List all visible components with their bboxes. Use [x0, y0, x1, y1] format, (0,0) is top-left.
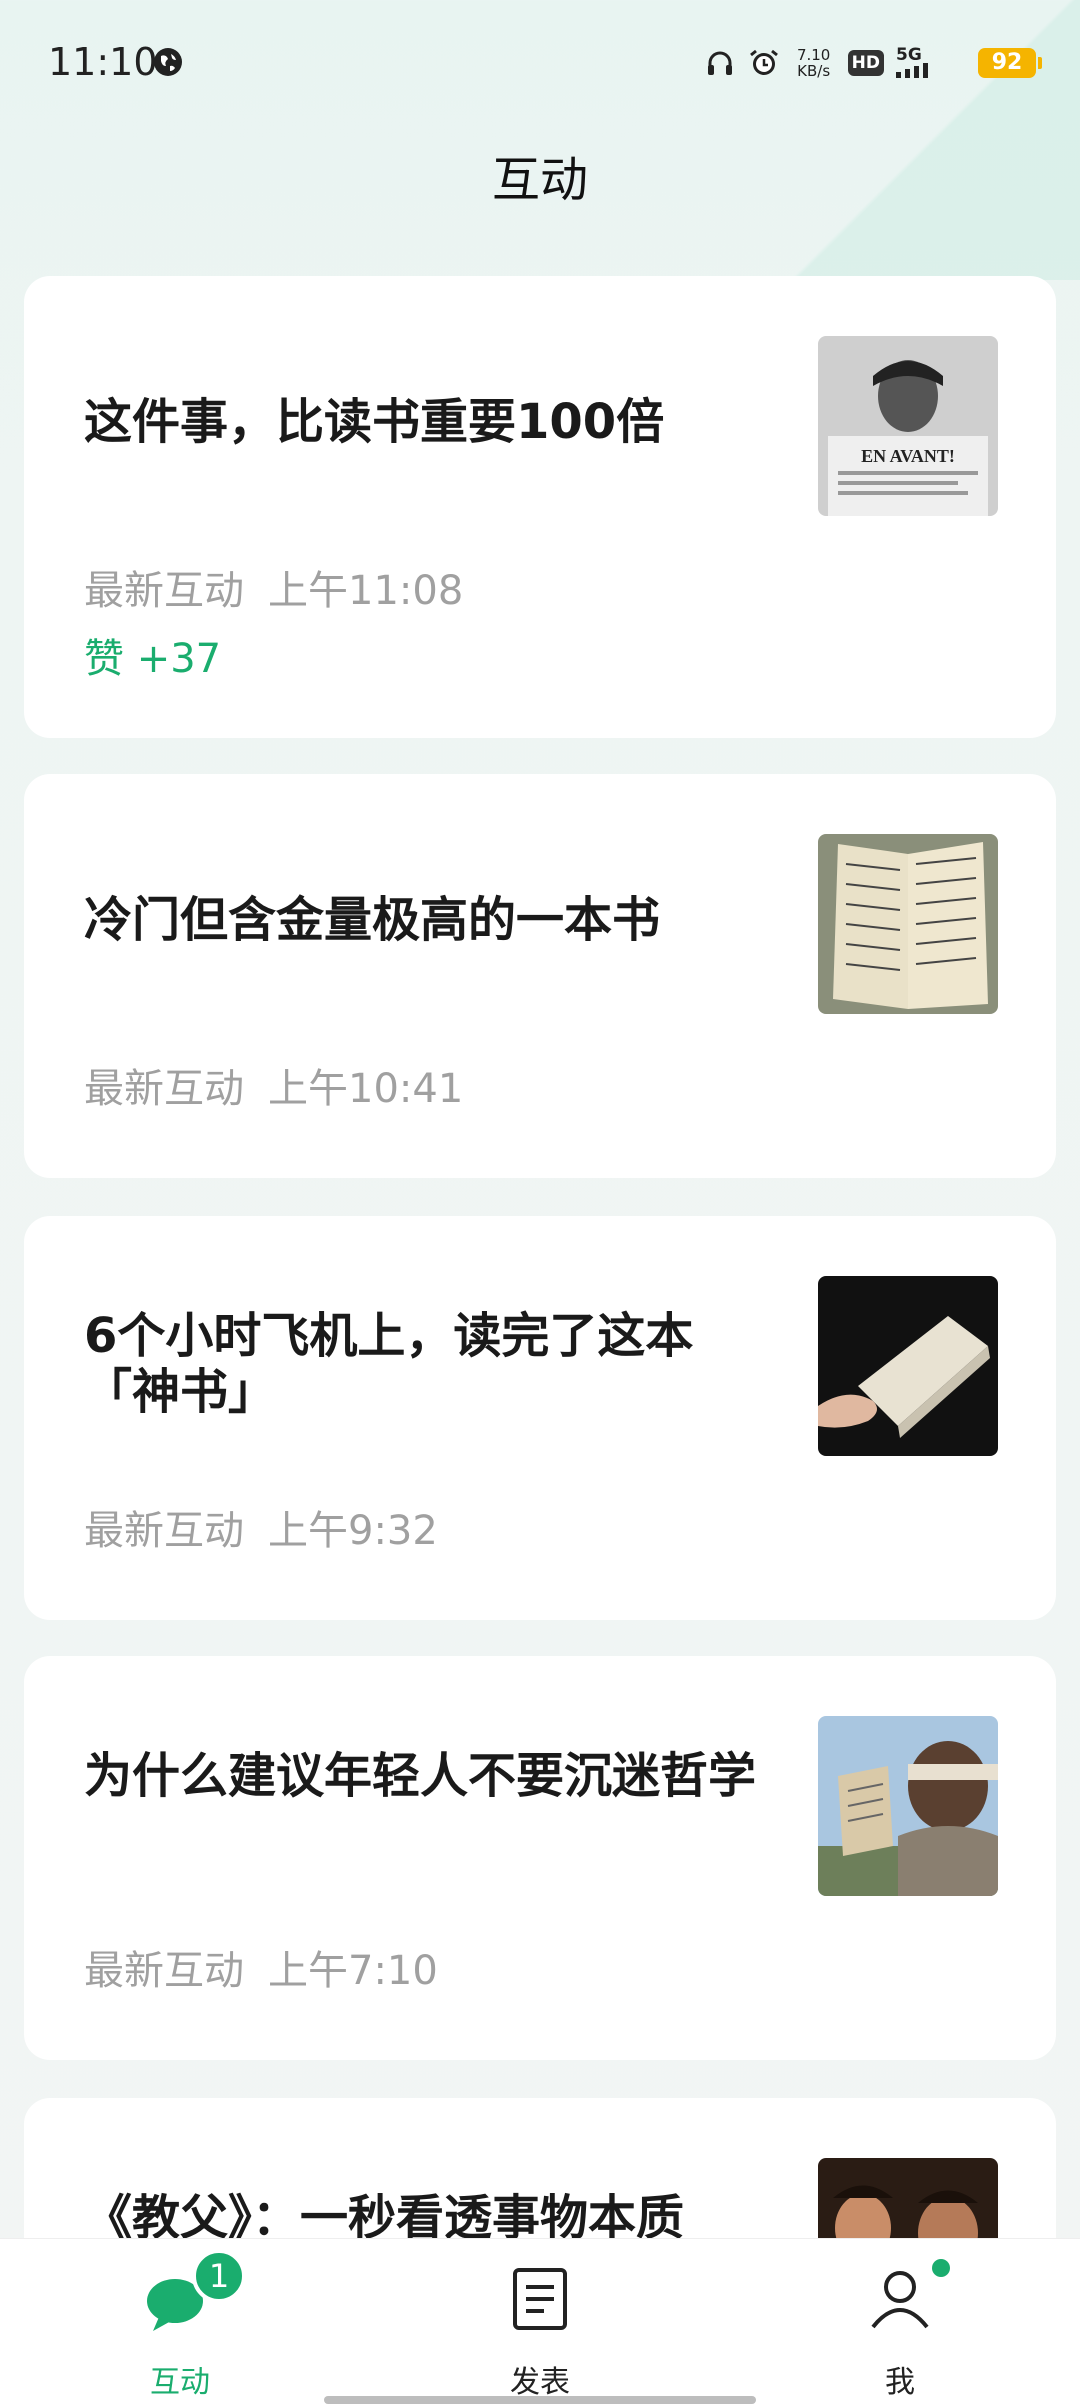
like-count: 赞 +37: [84, 636, 222, 682]
bottom-nav: 1 互动 发表 我: [0, 2238, 1080, 2408]
status-bar: 11:10 7.10 KB/s HD 5G 92: [0, 0, 1080, 130]
card-latest-interaction: 最新互动 上午11:08: [84, 558, 463, 616]
signal-5g-label: 5G: [896, 45, 922, 65]
card-latest-interaction: 最新互动 上午7:10: [84, 1938, 438, 1996]
battery-indicator: 92: [978, 48, 1042, 78]
nav-label: 我: [885, 2365, 915, 2400]
signal-indicator: 5G: [896, 45, 940, 78]
latest-interaction-label: 最新互动: [84, 1948, 244, 1994]
page-title: 互动: [491, 152, 588, 208]
unread-badge: 1: [192, 2249, 246, 2303]
headphones-icon: [707, 51, 732, 75]
card-thumbnail: EN AVANT!: [818, 336, 998, 516]
card-thumbnail: [818, 1716, 998, 1896]
interaction-card[interactable]: 6个小时飞机上，读完了这本「神书」 最新互动 上午9:32: [24, 1216, 1056, 1620]
card-title: 这件事，比读书重要100倍: [84, 394, 665, 450]
net-speed-unit: KB/s: [797, 62, 831, 80]
newspaper-headline: EN AVANT!: [861, 446, 955, 466]
card-title: 为什么建议年轻人不要沉迷哲学: [84, 1748, 757, 1804]
signal-bars-icon: [896, 63, 928, 78]
card-latest-interaction: 最新互动 上午10:41: [84, 1056, 463, 1114]
hd-badge: HD: [847, 50, 884, 76]
card-latest-interaction: 最新互动 上午9:32: [84, 1498, 438, 1556]
status-icons: 7.10 KB/s HD 5G: [704, 44, 940, 82]
card-title: 6个小时飞机上，读完了这本「神书」: [84, 1308, 694, 1420]
interaction-card[interactable]: 这件事，比读书重要100倍 最新互动 上午11:08 赞 +37 EN AVANT…: [24, 276, 1056, 738]
nav-tab-me[interactable]: 我: [800, 2239, 1000, 2408]
latest-interaction-time: 上午10:41: [268, 1066, 464, 1112]
net-speed: 7.10 KB/s: [792, 47, 836, 79]
card-thumbnail: [818, 1276, 998, 1456]
latest-interaction-time: 上午11:08: [268, 568, 464, 614]
nav-tab-publish[interactable]: 发表: [440, 2239, 640, 2408]
latest-interaction-label: 最新互动: [84, 1508, 244, 1554]
interaction-card[interactable]: 为什么建议年轻人不要沉迷哲学 最新互动 上午7:10: [24, 1656, 1056, 2060]
interaction-card[interactable]: 冷门但含金量极高的一本书 最新互动 上午10:41: [24, 774, 1056, 1178]
latest-interaction-label: 最新互动: [84, 1066, 244, 1112]
status-time: 11:10: [48, 40, 158, 84]
alarm-icon: [749, 49, 778, 75]
home-indicator[interactable]: [324, 2396, 756, 2404]
card-thumbnail: [818, 834, 998, 1014]
card-title: 冷门但含金量极高的一本书: [84, 892, 661, 948]
notification-dot: [932, 2259, 950, 2277]
latest-interaction-label: 最新互动: [84, 568, 244, 614]
document-icon: [513, 2268, 567, 2330]
latest-interaction-time: 上午9:32: [268, 1508, 438, 1554]
globe-icon: [154, 48, 182, 76]
latest-interaction-time: 上午7:10: [268, 1948, 438, 1994]
person-icon: [871, 2271, 929, 2329]
net-speed-value: 7.10: [796, 46, 831, 64]
nav-tab-interaction[interactable]: 1 互动: [80, 2239, 280, 2408]
nav-label: 互动: [150, 2365, 210, 2400]
nav-label: 发表: [510, 2365, 570, 2400]
